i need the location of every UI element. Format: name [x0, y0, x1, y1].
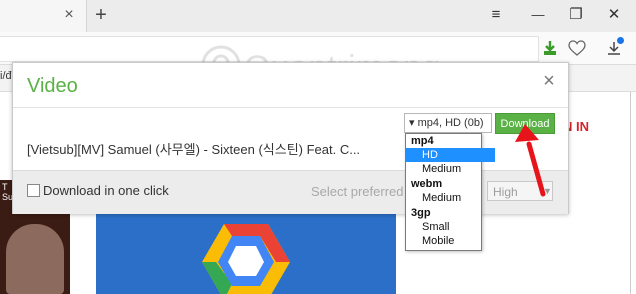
- window-close-icon[interactable]: ✕: [602, 4, 626, 26]
- one-click-label: Download in one click: [43, 183, 169, 198]
- new-tab-icon[interactable]: +: [90, 4, 112, 26]
- dropdown-group-3gp: 3gp: [411, 207, 431, 219]
- dialog-title: Video: [27, 75, 78, 97]
- preferred-quality-label: Select preferred: [311, 184, 404, 199]
- google-cloud-logo: [202, 224, 290, 294]
- dropdown-option-small[interactable]: Small: [406, 220, 495, 234]
- minimize-icon[interactable]: —: [526, 4, 550, 26]
- annotation-arrow-icon: [515, 124, 546, 197]
- download-badge: [617, 37, 624, 44]
- tab-close-icon[interactable]: ×: [60, 5, 78, 25]
- dropdown-option-medium[interactable]: Medium: [406, 162, 495, 176]
- dropdown-option-hd[interactable]: HD: [406, 148, 495, 162]
- heart-icon[interactable]: [568, 40, 586, 57]
- one-click-checkbox[interactable]: [27, 184, 40, 197]
- page-divider: [630, 92, 631, 294]
- video-filename: [Vietsub][MV] Samuel (사무엘) - Sixteen (식스…: [27, 142, 361, 157]
- dialog-close-icon[interactable]: ×: [540, 71, 558, 91]
- dropdown-option-medium[interactable]: Medium: [406, 191, 495, 205]
- dialog-divider: [13, 107, 568, 108]
- menu-icon[interactable]: ≡: [484, 4, 508, 26]
- download-extension-icon[interactable]: [542, 40, 558, 56]
- dropdown-group-mp4: mp4: [411, 135, 434, 147]
- restore-icon[interactable]: ❐: [564, 4, 588, 26]
- thumbnail-person: [6, 224, 64, 294]
- dropdown-group-webm: webm: [411, 178, 443, 190]
- format-select[interactable]: ▾ mp4, HD (0b): [404, 113, 492, 133]
- dropdown-option-mobile[interactable]: Mobile: [406, 234, 495, 248]
- format-dropdown-list: mp4 HD Medium webm Medium 3gp Small Mobi…: [405, 133, 495, 251]
